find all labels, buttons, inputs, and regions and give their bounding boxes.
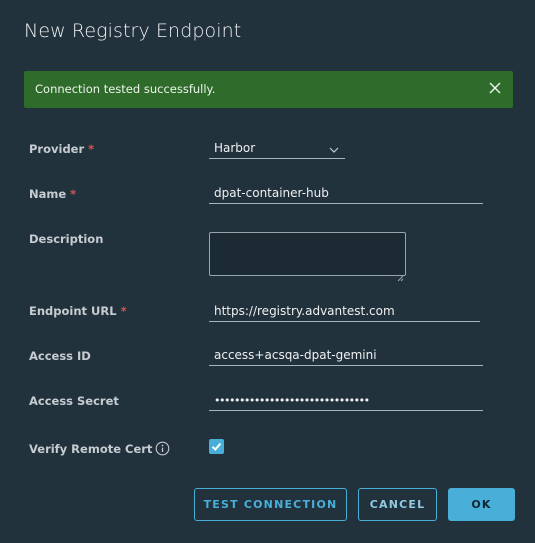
success-alert: Connection tested successfully. xyxy=(24,71,513,108)
name-label: Name * xyxy=(29,187,77,201)
required-marker: * xyxy=(120,304,127,318)
access-secret-value: ••••••••••••••••••••••••••••••• xyxy=(214,394,370,407)
access-id-field[interactable]: access+acsqa-dpat-gemini xyxy=(209,346,483,366)
description-label: Description xyxy=(29,232,104,246)
resize-grip-icon[interactable] xyxy=(397,267,404,282)
endpoint-url-field[interactable]: https://registry.advantest.com xyxy=(209,302,480,322)
provider-label: Provider * xyxy=(29,142,95,156)
required-marker: * xyxy=(88,142,95,156)
info-icon[interactable] xyxy=(155,441,170,459)
access-id-value: access+acsqa-dpat-gemini xyxy=(214,348,377,362)
ok-button[interactable]: OK xyxy=(448,488,515,521)
provider-select[interactable]: Harbor xyxy=(209,139,345,159)
endpoint-url-value: https://registry.advantest.com xyxy=(214,304,395,318)
cancel-button[interactable]: CANCEL xyxy=(358,488,437,521)
access-secret-field[interactable]: ••••••••••••••••••••••••••••••• xyxy=(209,391,483,411)
name-field[interactable]: dpat-container-hub xyxy=(209,184,483,204)
registry-endpoint-dialog: New Registry Endpoint Connection tested … xyxy=(0,0,535,543)
checkmark-icon xyxy=(211,442,222,451)
close-icon[interactable] xyxy=(485,78,505,98)
required-marker: * xyxy=(70,187,77,201)
endpoint-url-label: Endpoint URL * xyxy=(29,304,127,318)
verify-remote-cert-label: Verify Remote Cert xyxy=(29,441,170,459)
verify-remote-cert-checkbox[interactable] xyxy=(209,439,224,454)
access-secret-label: Access Secret xyxy=(29,394,119,408)
access-id-label: Access ID xyxy=(29,349,91,363)
test-connection-button[interactable]: TEST CONNECTION xyxy=(194,488,347,521)
dialog-title: New Registry Endpoint xyxy=(24,20,242,42)
name-value: dpat-container-hub xyxy=(214,186,329,200)
description-textarea[interactable] xyxy=(209,232,406,282)
chevron-down-icon xyxy=(329,143,339,153)
alert-message: Connection tested successfully. xyxy=(35,82,216,96)
provider-value: Harbor xyxy=(214,141,256,155)
